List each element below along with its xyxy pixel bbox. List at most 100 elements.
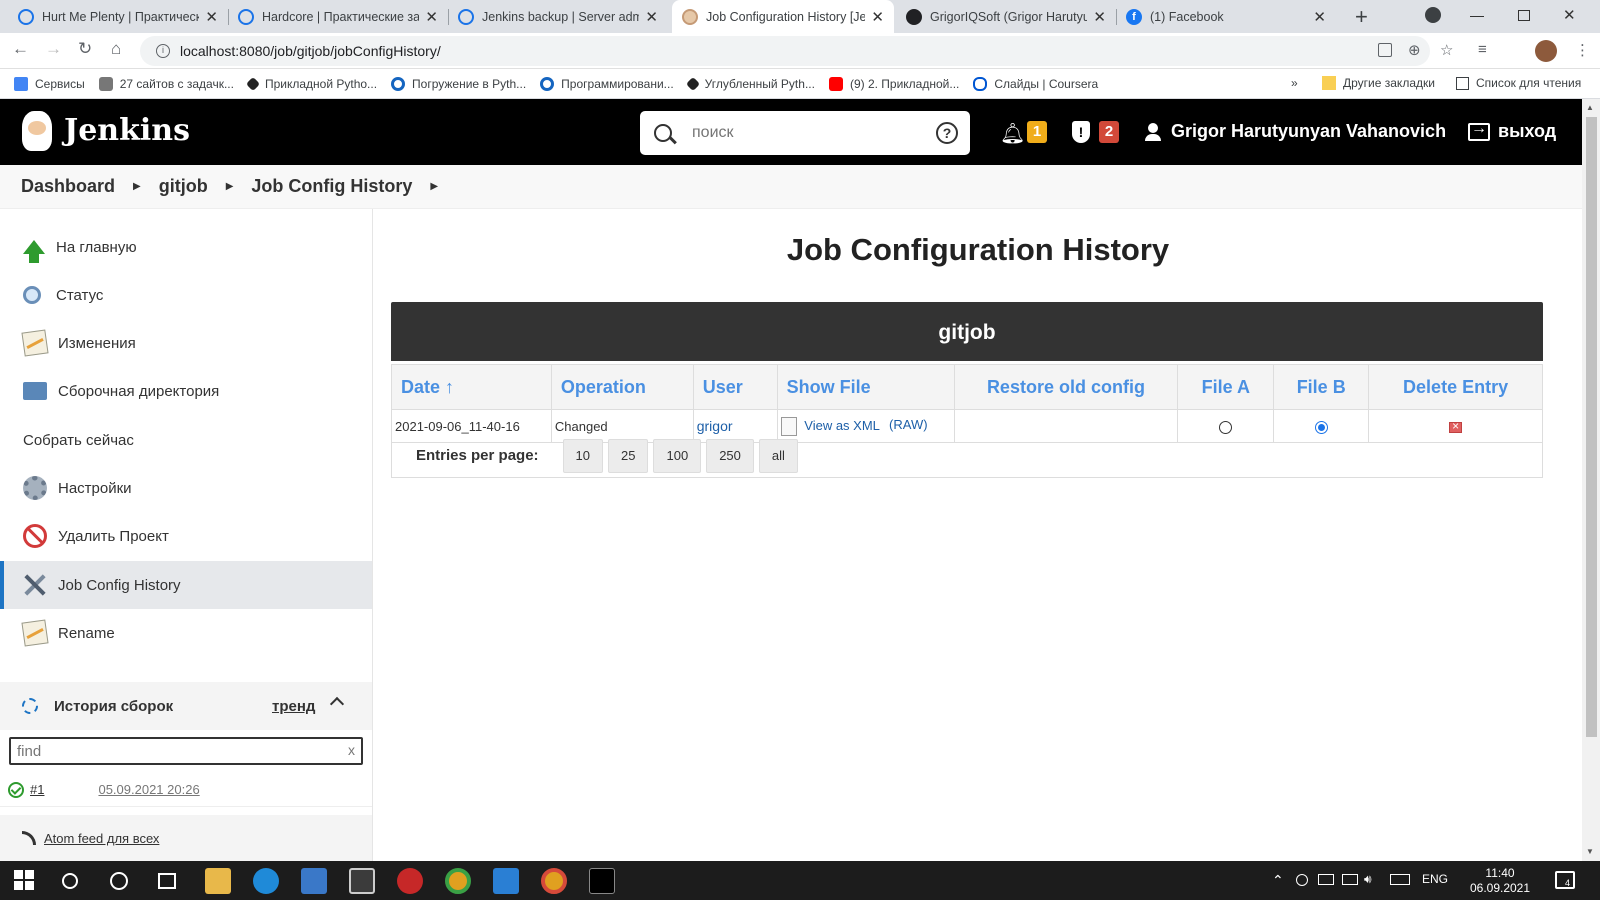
security-badge[interactable]: 2 — [1099, 121, 1119, 143]
reading-list[interactable]: Список для чтения — [1456, 76, 1581, 90]
user-link[interactable]: Grigor Harutyunyan Vahanovich — [1145, 121, 1446, 142]
column-header-show-file[interactable]: Show File — [776, 364, 955, 410]
sidebar-item-job-config-history[interactable]: Job Config History — [0, 561, 372, 609]
app-icon[interactable] — [301, 868, 327, 894]
forward-icon[interactable]: → — [45, 39, 62, 59]
reading-list-icon[interactable]: ≡ — [1478, 41, 1487, 58]
search-input[interactable] — [692, 124, 922, 142]
browser-tab[interactable]: Hardcore | Практические зад ✕ — [228, 0, 448, 33]
user-link[interactable]: grigor — [697, 418, 733, 434]
chrome-icon[interactable] — [445, 868, 471, 894]
sidebar-item-status[interactable]: Статус — [0, 271, 372, 319]
network-icon[interactable] — [1342, 874, 1358, 885]
bookmark-item[interactable]: Углубленный Pyth... — [685, 76, 815, 91]
scrollbar-thumb[interactable] — [1586, 117, 1597, 737]
bookmark-item[interactable]: Прикладной Pytho... — [245, 76, 377, 91]
trend-link[interactable]: тренд — [272, 698, 315, 715]
page-scrollbar[interactable]: ▲ ▼ — [1582, 99, 1600, 861]
bell-icon[interactable]: 🔔︎ — [1000, 121, 1025, 146]
logout-button[interactable]: выход — [1468, 120, 1556, 142]
chevron-right-icon[interactable]: ▶ — [133, 181, 141, 192]
tray-overflow-icon[interactable]: ⌃ — [1272, 872, 1284, 889]
browser-tab-active[interactable]: Job Configuration History [Jer ✕ — [672, 0, 894, 33]
windows-start-icon[interactable] — [14, 870, 36, 892]
browser-tab[interactable]: Hurt Me Plenty | Практическ ✕ — [8, 0, 228, 33]
scroll-up-icon[interactable]: ▲ — [1586, 103, 1594, 112]
power-app-icon[interactable] — [397, 868, 423, 894]
url-text[interactable]: localhost:8080/job/gitjob/jobConfigHisto… — [180, 43, 441, 59]
back-icon[interactable]: ← — [12, 39, 29, 59]
site-info-icon[interactable]: i — [156, 44, 170, 58]
bookmark-item[interactable]: Программировани... — [540, 76, 674, 91]
jenkins-logo-icon[interactable] — [22, 111, 52, 151]
sidebar-item-workspace[interactable]: Сборочная директория — [0, 367, 372, 415]
bookmark-item[interactable]: Сервисы — [14, 76, 85, 91]
build-date-link[interactable]: 05.09.2021 20:26 — [98, 782, 199, 797]
store-icon[interactable] — [349, 868, 375, 894]
help-icon[interactable]: ? — [936, 122, 958, 144]
menu-dots-icon[interactable]: ⋮ — [1575, 41, 1590, 59]
column-header-file-a[interactable]: File A — [1177, 364, 1274, 410]
sidebar-item-build-now[interactable]: Собрать сейчас — [0, 416, 372, 464]
sidebar-item-configure[interactable]: Настройки — [0, 464, 372, 512]
volume-icon[interactable]: 🔊︎ — [1364, 872, 1372, 887]
search-box[interactable]: ? — [640, 111, 970, 155]
browser-tab[interactable]: f (1) Facebook ✕ — [1116, 0, 1336, 33]
breadcrumb-item[interactable]: Job Config History — [251, 176, 412, 197]
bookmark-item[interactable]: Слайды | Coursera — [973, 76, 1098, 91]
keyboard-icon[interactable] — [1390, 874, 1410, 885]
column-header-date[interactable]: Date ↑ — [391, 364, 552, 410]
reload-icon[interactable]: ↻ — [78, 39, 92, 59]
close-icon[interactable]: ✕ — [871, 8, 884, 26]
bookmark-item[interactable]: Погружение в Pyth... — [391, 76, 526, 91]
edge-icon[interactable] — [253, 868, 279, 894]
bookmark-item[interactable]: (9) 2. Прикладной... — [828, 76, 959, 91]
breadcrumb-item[interactable]: gitjob — [159, 176, 208, 197]
sidebar-item-delete-project[interactable]: Удалить Проект — [0, 512, 372, 560]
breadcrumb-item[interactable]: Dashboard — [21, 176, 115, 197]
browser-tab[interactable]: Jenkins backup | Server admin ✕ — [448, 0, 668, 33]
search-icon[interactable] — [62, 873, 78, 889]
new-tab-button[interactable]: + — [1355, 4, 1368, 30]
file-explorer-icon[interactable] — [205, 868, 231, 894]
scroll-down-icon[interactable]: ▼ — [1586, 847, 1594, 856]
sidebar-item-home[interactable]: На главную — [0, 223, 372, 271]
notifications-badge[interactable]: 1 — [1027, 121, 1047, 143]
page-size-button[interactable]: 250 — [706, 438, 754, 473]
column-header-operation[interactable]: Operation — [550, 364, 694, 410]
bookmark-item[interactable]: 27 сайтов с задачк... — [98, 76, 234, 91]
other-bookmarks[interactable]: Другие закладки — [1322, 76, 1435, 90]
mail-icon[interactable] — [493, 868, 519, 894]
column-header-file-b[interactable]: File B — [1273, 364, 1369, 410]
file-a-radio[interactable] — [1219, 420, 1233, 434]
page-size-button[interactable]: 100 — [653, 438, 702, 473]
page-size-button[interactable]: 10 — [562, 438, 604, 473]
profile-avatar[interactable] — [1535, 40, 1557, 62]
bookmark-star-icon[interactable]: ☆ — [1440, 41, 1453, 59]
translate-icon[interactable] — [1378, 43, 1392, 57]
jenkins-brand[interactable]: Jenkins — [64, 113, 190, 148]
window-close-icon[interactable]: ✕ — [1563, 6, 1576, 24]
shield-icon[interactable]: ! — [1072, 121, 1090, 143]
url-bar[interactable]: i localhost:8080/job/gitjob/jobConfigHis… — [140, 36, 1430, 66]
chevron-right-icon[interactable]: ▶ — [226, 181, 234, 192]
system-clock[interactable]: 11:40 06.09.2021 — [1468, 866, 1532, 896]
close-icon[interactable]: ✕ — [425, 8, 438, 26]
build-filter-box[interactable]: x — [9, 737, 363, 765]
zoom-icon[interactable]: ⊕ — [1408, 41, 1421, 59]
close-icon[interactable]: ✕ — [1093, 8, 1106, 26]
page-size-button[interactable]: 25 — [608, 438, 649, 473]
column-header-user[interactable]: User — [692, 364, 778, 410]
close-icon[interactable]: ✕ — [1313, 8, 1326, 26]
clear-icon[interactable]: x — [348, 742, 355, 758]
close-icon[interactable]: ✕ — [205, 8, 218, 26]
column-header-delete[interactable]: Delete Entry — [1368, 364, 1543, 410]
delete-entry-icon[interactable] — [1449, 419, 1463, 433]
tab-search-icon[interactable] — [1425, 7, 1441, 23]
build-number-link[interactable]: #1 — [30, 782, 44, 797]
action-center-icon[interactable]: 4 — [1555, 871, 1575, 889]
cortana-icon[interactable] — [110, 872, 128, 890]
sidebar-item-rename[interactable]: Rename — [0, 609, 372, 657]
restore-icon[interactable] — [1518, 10, 1530, 21]
browser-tab[interactable]: GrigorIQSoft (Grigor Harutyur ✕ — [896, 0, 1116, 33]
